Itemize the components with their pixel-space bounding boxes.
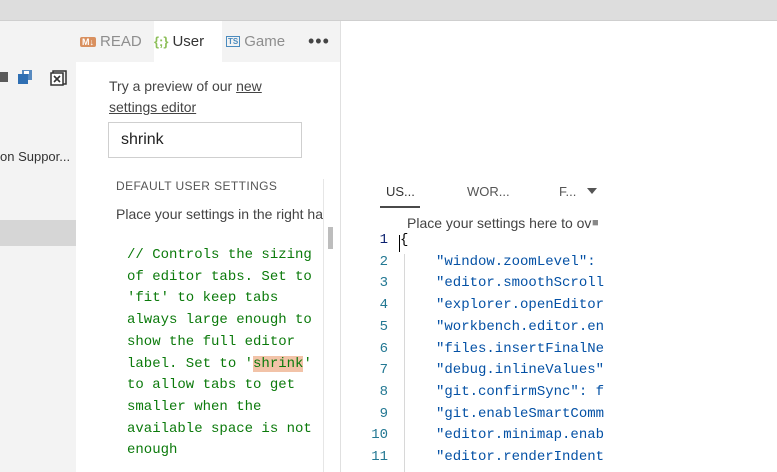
typescript-icon: TS <box>226 36 241 47</box>
line-number: 2 <box>379 253 388 270</box>
line-number: 9 <box>379 405 388 422</box>
sidebar-selected-row[interactable] <box>0 220 76 246</box>
tab-user-settings[interactable]: {;} User <box>154 21 222 62</box>
close-all-icon[interactable] <box>50 68 68 86</box>
tab-workspace-settings-scope[interactable]: WOR... <box>467 184 510 199</box>
default-settings-header: DEFAULT USER SETTINGS <box>116 179 278 193</box>
code-text: "window.zoomLevel": <box>436 253 596 270</box>
default-settings-pane: M↓ READ {;} User TS Game ••• Try a previ… <box>76 21 341 472</box>
code-line[interactable]: 8 "git.confirmSync": f <box>341 384 604 406</box>
sidebar-toolbar <box>0 68 76 88</box>
code-line[interactable]: 1 { <box>341 232 604 254</box>
tab-folder-settings-scope[interactable]: F... <box>559 184 576 199</box>
line-number: 6 <box>379 340 388 357</box>
code-text: "editor.renderIndent <box>436 449 604 465</box>
code-line[interactable]: 11 "editor.renderIndent <box>341 449 604 471</box>
settings-search-input[interactable]: shrink <box>108 122 302 158</box>
tab-game[interactable]: TS Game <box>226 21 298 62</box>
user-settings-pane: US... WOR... F... Place your settings he… <box>341 21 777 472</box>
tab-label: User <box>172 33 205 50</box>
line-number: 5 <box>379 318 388 335</box>
line-number: 11 <box>371 449 388 465</box>
code-line[interactable]: 3 "editor.smoothScroll <box>341 275 604 297</box>
save-all-icon[interactable] <box>16 68 34 86</box>
code-line[interactable]: 6 "files.insertFinalNe <box>341 341 604 363</box>
code-text: "workbench.editor.en <box>436 318 604 335</box>
line-number: 7 <box>379 362 388 379</box>
more-actions-icon[interactable]: ••• <box>308 31 330 52</box>
code-text: "files.insertFinalNe <box>436 340 604 357</box>
code-line[interactable]: 10 "editor.minimap.enab <box>341 427 604 449</box>
active-tab-indicator <box>380 206 420 208</box>
line-number: 8 <box>379 383 388 400</box>
preview-text: Try a preview of our <box>109 78 237 94</box>
settings-preview-notice: Try a preview of our new settings editor <box>109 76 309 118</box>
default-settings-hint: Place your settings in the right ha <box>116 206 324 222</box>
explorer-sidebar: on Suppor... <box>0 21 76 472</box>
chevron-down-icon[interactable] <box>587 188 597 194</box>
line-number: 1 <box>379 232 388 248</box>
line-number: 3 <box>379 275 388 292</box>
line-number: 4 <box>379 297 388 314</box>
markdown-icon: M↓ <box>80 36 96 47</box>
user-settings-hint: Place your settings here to ov <box>407 215 592 231</box>
code-text: "git.enableSmartComm <box>436 405 604 422</box>
code-text: "editor.smoothScroll <box>436 275 604 292</box>
code-line[interactable]: 9 "git.enableSmartComm <box>341 406 604 428</box>
search-match-highlight: shrink <box>253 355 304 372</box>
settings-edit-icon[interactable]: ■ <box>592 217 599 229</box>
code-line[interactable]: 4 "explorer.openEditor <box>341 297 604 319</box>
tab-readme[interactable]: M↓ READ <box>80 21 150 62</box>
setting-description-comment: // Controls the sizing of editor tabs. S… <box>127 245 327 462</box>
code-text: "debug.inlineValues" <box>436 362 604 379</box>
tab-user-settings-scope[interactable]: US... <box>386 184 415 199</box>
editor-tab-bar: M↓ READ {;} User TS Game ••• <box>76 21 340 62</box>
title-bar <box>0 0 777 21</box>
scrollbar-thumb[interactable] <box>328 227 333 249</box>
sidebar-item-label[interactable]: on Suppor... <box>0 149 70 164</box>
json-icon: {;} <box>154 34 169 49</box>
code-line[interactable]: 2 "window.zoomLevel": <box>341 254 604 276</box>
comment-text: // Controls the sizing of editor tabs. S… <box>127 247 312 372</box>
code-text: "editor.minimap.enab <box>436 427 604 444</box>
code-text: "explorer.openEditor <box>436 297 604 314</box>
json-code-editor[interactable]: 1 { 2 "window.zoomLevel": 3 "editor.smoo… <box>341 232 604 472</box>
code-text: "git.confirmSync": f <box>436 383 604 400</box>
code-line[interactable]: 5 "workbench.editor.en <box>341 319 604 341</box>
tab-label: Game <box>244 33 286 50</box>
code-line[interactable]: 7 "debug.inlineValues" <box>341 362 604 384</box>
tab-label: READ <box>100 33 142 50</box>
line-number: 10 <box>371 427 388 444</box>
code-text: { <box>400 232 409 248</box>
